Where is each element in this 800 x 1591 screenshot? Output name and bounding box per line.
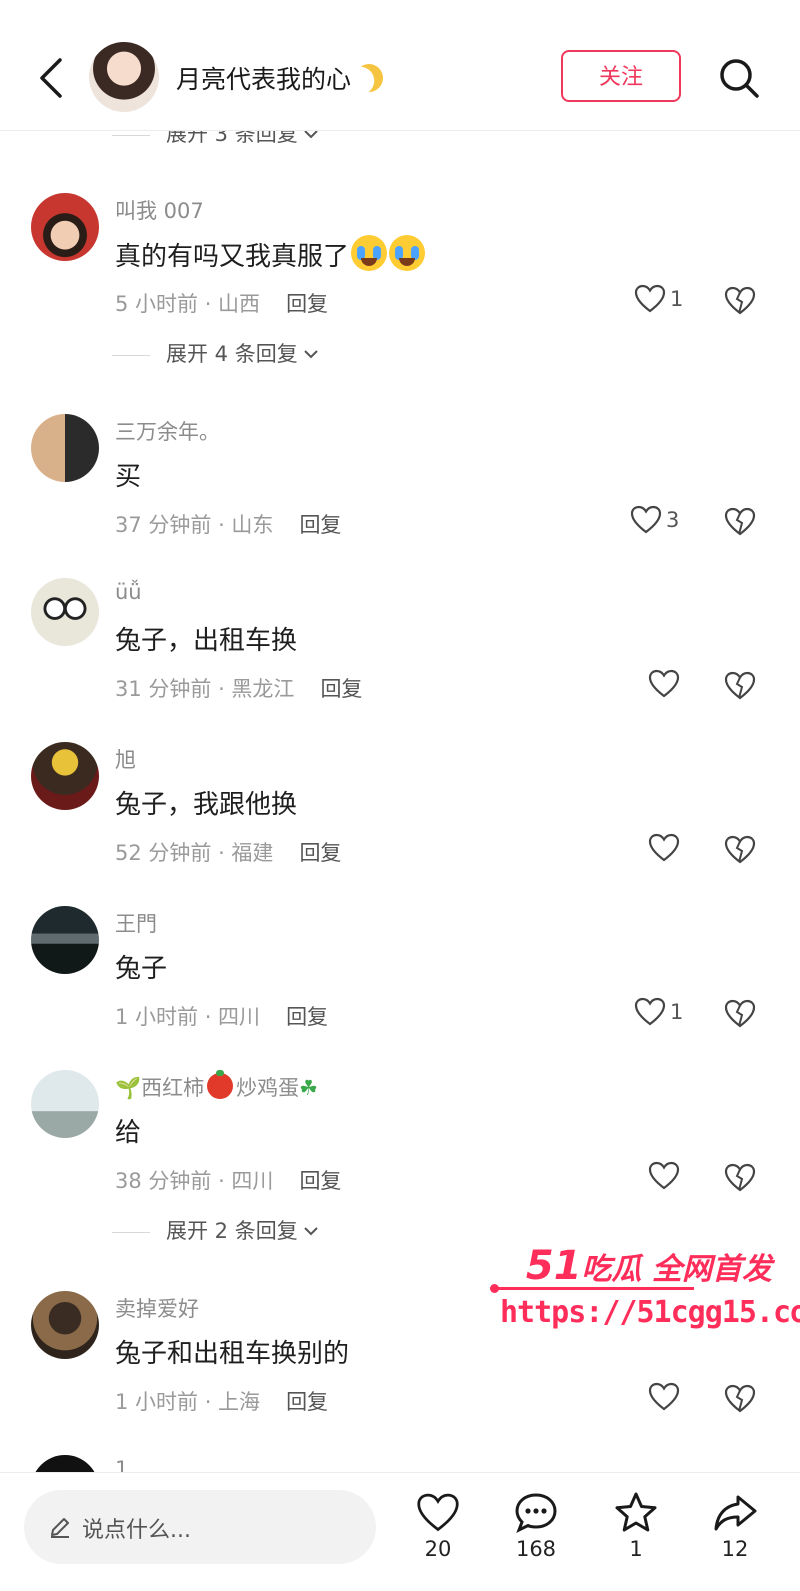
comment-text: 兔子，出租车换 — [115, 626, 298, 656]
like-count: 1 — [670, 287, 684, 311]
heart-icon — [648, 1161, 680, 1190]
star-count: 1 — [629, 1537, 643, 1561]
comment-text: 买 — [115, 462, 142, 492]
expand-replies-link[interactable]: 展开 2 条回复 — [112, 1215, 318, 1245]
avatar[interactable] — [31, 414, 99, 482]
broken-heart-icon[interactable] — [724, 1162, 756, 1194]
moon-icon — [350, 59, 388, 97]
comment-input[interactable]: 说点什么... — [24, 1490, 376, 1564]
divider — [112, 1231, 150, 1233]
watermark-line — [494, 1287, 694, 1290]
comment-meta: 1 小时前 · 上海 回复 — [115, 1390, 329, 1414]
tomato-icon — [207, 1070, 234, 1099]
comment-username[interactable]: 叫我 007 — [115, 195, 204, 225]
broken-heart-icon[interactable] — [724, 998, 756, 1030]
reply-button[interactable]: 回复 — [299, 513, 341, 537]
heart-icon — [648, 669, 680, 698]
comment-meta: 5 小时前 · 山西 回复 — [115, 292, 329, 316]
broken-heart-icon[interactable] — [724, 834, 756, 866]
broken-heart-icon[interactable] — [724, 506, 756, 538]
like-button[interactable]: 1 — [634, 996, 684, 1030]
comment-text: 兔子 — [115, 954, 168, 984]
chevron-down-icon — [304, 1227, 318, 1236]
heart-icon — [648, 833, 680, 862]
avatar[interactable] — [31, 193, 99, 261]
avatar[interactable] — [31, 578, 99, 646]
header-avatar[interactable] — [89, 42, 159, 112]
search-icon[interactable] — [718, 57, 760, 99]
share-action[interactable]: 12 — [705, 1491, 765, 1589]
like-button[interactable] — [634, 668, 684, 702]
comment-count: 168 — [515, 1537, 557, 1561]
divider — [112, 134, 150, 136]
reply-button[interactable]: 回复 — [299, 1169, 341, 1193]
crying-emoji-icon — [351, 235, 388, 271]
comment-username[interactable]: 旭 — [115, 744, 136, 774]
comment-text: 给 — [115, 1118, 142, 1148]
comment-username[interactable]: 🌱西红柿 炒鸡蛋☘ — [115, 1070, 318, 1102]
heart-icon — [634, 997, 666, 1026]
comment-icon — [515, 1493, 557, 1534]
pen-icon — [51, 1518, 69, 1538]
reply-button[interactable]: 回复 — [286, 292, 328, 316]
like-button[interactable] — [634, 832, 684, 866]
comment-username[interactable]: 王門 — [115, 908, 157, 938]
divider — [112, 354, 150, 356]
page-title: 月亮代表我的心 — [176, 60, 383, 96]
follow-button[interactable]: 关注 — [561, 50, 681, 102]
like-button[interactable] — [634, 1160, 684, 1194]
heart-icon — [634, 284, 666, 313]
star-icon — [615, 1492, 657, 1532]
comment-username[interactable]: 三万余年。 — [115, 416, 220, 446]
expand-replies-link[interactable]: 展开 4 条回复 — [112, 338, 318, 368]
favorite-action[interactable]: 1 — [606, 1491, 666, 1589]
reply-button[interactable]: 回复 — [286, 1005, 328, 1029]
watermark-url: https://51cgg15.com — [500, 1295, 800, 1330]
comment-action[interactable]: 168 — [506, 1491, 566, 1589]
chevron-down-icon — [304, 350, 318, 359]
like-button[interactable]: 3 — [630, 504, 680, 538]
bottom-action-bar: 说点什么... 20 168 1 12 — [0, 1472, 800, 1591]
avatar[interactable] — [31, 906, 99, 974]
clover-icon: ☘ — [299, 1076, 318, 1100]
like-action[interactable]: 20 — [408, 1491, 468, 1589]
avatar[interactable] — [31, 742, 99, 810]
reply-button[interactable]: 回复 — [320, 677, 362, 701]
reply-button[interactable]: 回复 — [299, 841, 341, 865]
comment-text: 兔子和出租车换别的 — [115, 1339, 350, 1369]
comment-username[interactable]: üǚ — [115, 580, 142, 604]
header: 月亮代表我的心 关注 — [0, 0, 800, 131]
heart-icon — [648, 1382, 680, 1411]
like-button[interactable] — [634, 1381, 684, 1415]
input-placeholder: 说点什么... — [82, 1518, 191, 1543]
avatar[interactable] — [31, 1070, 99, 1138]
crying-emoji-icon — [389, 235, 426, 271]
like-button[interactable]: 1 — [634, 283, 684, 317]
share-icon — [714, 1495, 757, 1531]
sprout-icon: 🌱 — [115, 1076, 142, 1100]
avatar[interactable] — [31, 1291, 99, 1359]
comment-meta: 31 分钟前 · 黑龙江 回复 — [115, 677, 363, 701]
comment-meta: 1 小时前 · 四川 回复 — [115, 1005, 329, 1029]
watermark-brand: 51吃瓜 全网首发 — [525, 1243, 772, 1289]
broken-heart-icon[interactable] — [724, 1383, 756, 1415]
comment-username[interactable]: 卖掉爱好 — [115, 1293, 199, 1323]
comment-text: 兔子，我跟他换 — [115, 790, 298, 820]
heart-icon — [417, 1493, 459, 1532]
broken-heart-icon[interactable] — [724, 285, 756, 317]
reply-button[interactable]: 回复 — [286, 1390, 328, 1414]
chevron-down-icon — [304, 130, 318, 139]
comment-meta: 38 分钟前 · 四川 回复 — [115, 1169, 342, 1193]
broken-heart-icon[interactable] — [724, 670, 756, 702]
heart-icon — [630, 505, 662, 534]
like-count: 20 — [424, 1537, 452, 1561]
comment-meta: 52 分钟前 · 福建 回复 — [115, 841, 342, 865]
watermark: 51吃瓜 全网首发 https://51cgg15.com — [490, 1243, 800, 1338]
like-count: 3 — [666, 508, 680, 532]
comment-meta: 37 分钟前 · 山东 回复 — [115, 513, 342, 537]
comment-text: 真的有吗又我真服了 — [115, 235, 426, 273]
share-count: 12 — [721, 1537, 749, 1561]
back-icon[interactable] — [32, 56, 72, 100]
like-count: 1 — [670, 1000, 684, 1024]
